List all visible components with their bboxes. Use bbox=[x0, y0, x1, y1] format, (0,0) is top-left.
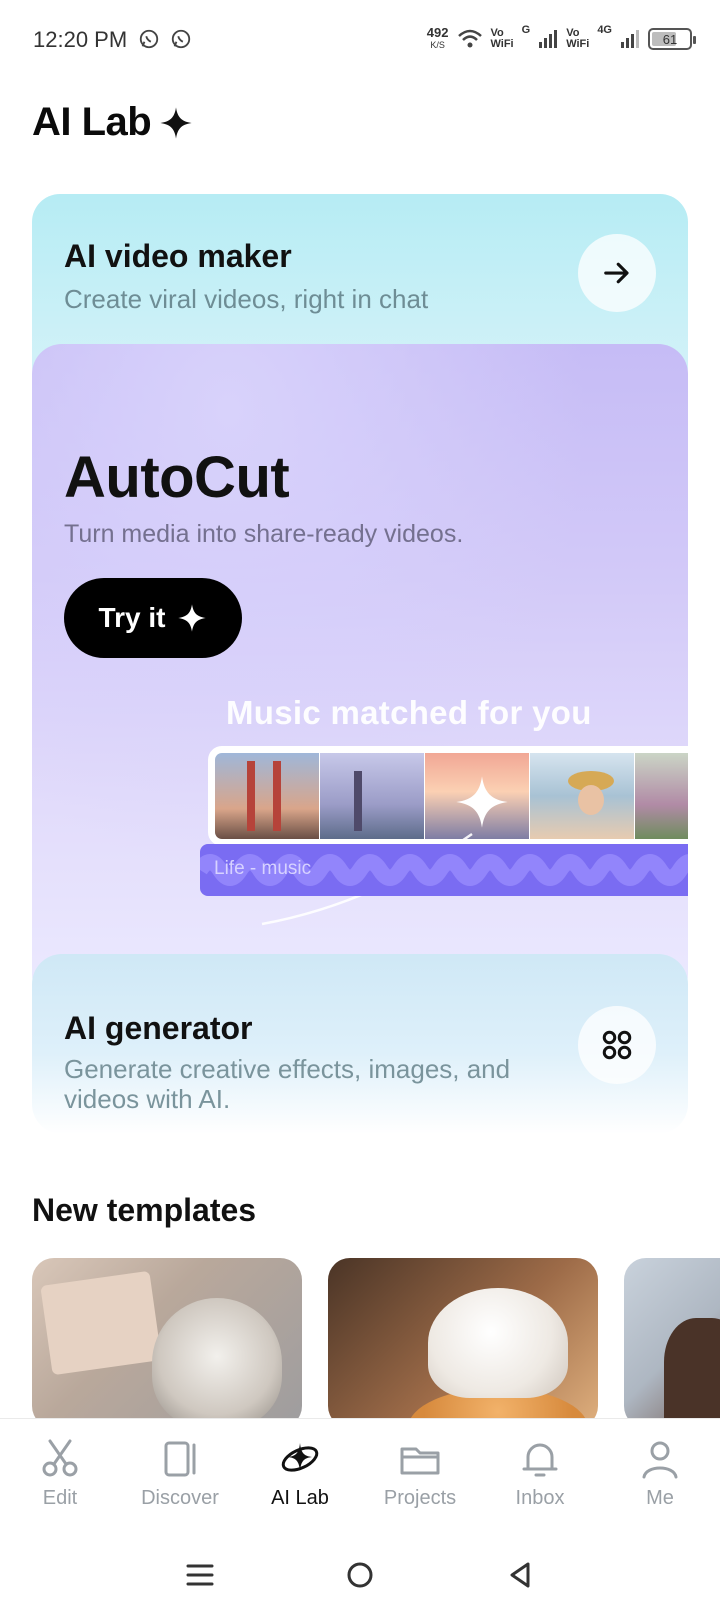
nav-item-projects[interactable]: Projects bbox=[360, 1419, 480, 1538]
ai-video-maker-subtitle: Create viral videos, right in chat bbox=[64, 284, 429, 314]
home-icon[interactable] bbox=[344, 1559, 376, 1591]
person-icon bbox=[642, 1441, 678, 1479]
template-card[interactable] bbox=[328, 1258, 598, 1418]
ai-video-maker-title: AI video maker bbox=[64, 238, 292, 274]
sparkle-icon bbox=[178, 604, 207, 632]
grid-dots-icon bbox=[602, 1030, 632, 1060]
bell-icon bbox=[522, 1443, 558, 1477]
system-nav-bar bbox=[0, 1538, 720, 1612]
frame-woman-hat bbox=[530, 753, 635, 839]
templates-carousel[interactable] bbox=[32, 1258, 720, 1418]
ai-generator-card[interactable]: AI generator Generate creative effects, … bbox=[32, 954, 688, 1134]
template-thumbnail bbox=[152, 1298, 282, 1418]
autocut-subtitle: Turn media into share-ready videos. bbox=[64, 520, 464, 548]
page-title: AI Lab bbox=[32, 100, 193, 145]
network-type-2: 4G bbox=[597, 24, 612, 36]
ai-generator-subtitle: Generate creative effects, images, and v… bbox=[64, 1054, 511, 1114]
autocut-title: AutoCut bbox=[64, 445, 290, 510]
status-bar: 12:20 PM 492 K/S Vo WiFi G Vo WiFi 4G 61 bbox=[0, 0, 720, 80]
nav-item-edit[interactable]: Edit bbox=[0, 1419, 120, 1538]
arrow-right-icon bbox=[604, 262, 629, 284]
bottom-nav: Edit Discover AI Lab Projects Inbox Me bbox=[0, 1418, 720, 1538]
discover-icon bbox=[164, 1441, 196, 1477]
network-speed: 492 K/S bbox=[426, 25, 449, 50]
status-right: 492 K/S Vo WiFi G Vo WiFi 4G 61 bbox=[426, 24, 696, 54]
nav-item-me[interactable]: Me bbox=[600, 1419, 720, 1538]
open-generator-button[interactable] bbox=[578, 1006, 656, 1084]
signal-icon bbox=[539, 30, 558, 48]
sparkle-icon bbox=[160, 106, 192, 139]
nav-item-ai-lab[interactable]: AI Lab bbox=[240, 1419, 360, 1538]
network-type-1: G bbox=[521, 24, 531, 36]
whatsapp-icon bbox=[171, 29, 191, 49]
open-video-maker-button[interactable] bbox=[578, 234, 656, 312]
sparkle-icon bbox=[456, 776, 508, 828]
volte-2: Vo WiFi bbox=[566, 27, 590, 50]
music-matched-label: Music matched for you bbox=[226, 694, 592, 731]
nav-item-inbox[interactable]: Inbox bbox=[480, 1419, 600, 1538]
wifi-icon bbox=[457, 29, 482, 48]
volte-1: Vo WiFi bbox=[490, 27, 514, 50]
nav-item-discover[interactable]: Discover bbox=[120, 1419, 240, 1538]
template-card[interactable] bbox=[32, 1258, 302, 1418]
whatsapp-icon bbox=[139, 29, 159, 49]
template-card[interactable] bbox=[624, 1258, 720, 1418]
template-thumbnail bbox=[428, 1288, 568, 1398]
signal-icon bbox=[621, 30, 639, 48]
menu-icon[interactable] bbox=[184, 1559, 216, 1591]
status-time: 12:20 PM bbox=[33, 27, 128, 52]
frame-flowers bbox=[635, 753, 688, 839]
back-icon[interactable] bbox=[504, 1559, 536, 1591]
battery-indicator: 61 bbox=[648, 28, 696, 50]
try-it-button[interactable]: Try it bbox=[64, 578, 242, 658]
ai-generator-title: AI generator bbox=[64, 1010, 253, 1046]
audio-track-label: Life - music bbox=[214, 858, 312, 879]
scissors-icon bbox=[42, 1439, 78, 1477]
ai-lab-icon bbox=[281, 1443, 319, 1472]
new-templates-heading: New templates bbox=[32, 1192, 257, 1228]
autocut-card[interactable]: AutoCut Turn media into share-ready vide… bbox=[32, 344, 688, 1004]
audio-track: Life - music bbox=[200, 844, 688, 896]
folder-icon bbox=[400, 1447, 440, 1475]
